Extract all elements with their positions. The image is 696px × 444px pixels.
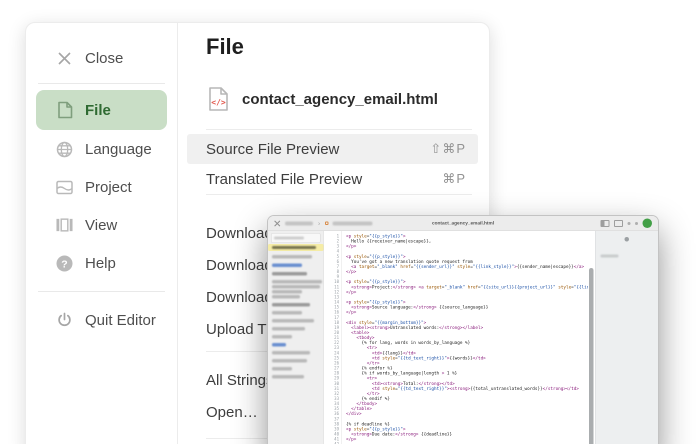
current-file-row: </> contact_agency_email.html xyxy=(208,85,489,113)
sidebar-item-label: View xyxy=(85,217,117,234)
sidebar-item-project[interactable]: Project xyxy=(36,168,167,206)
menu-group: Source File Preview ⇧⌘P Translated File Pr… xyxy=(178,134,489,194)
blurred-string-list xyxy=(268,244,324,379)
blurred-string-item xyxy=(272,367,292,371)
sidebar-items: File Language Project View? Help xyxy=(36,90,167,282)
blurred-string-item xyxy=(272,375,304,379)
titlebar-left: › xyxy=(274,220,373,228)
menu-item-label: Translated File Preview xyxy=(206,171,362,188)
blurred-placeholder xyxy=(274,237,304,240)
blurred-string-item xyxy=(272,255,312,259)
strings-panel xyxy=(268,231,324,444)
blurred-string-item xyxy=(272,319,314,323)
blurred-string-item xyxy=(272,303,310,307)
sidebar-divider xyxy=(38,291,165,292)
line-number-gutter: 1234567891011121314151617181920212223242… xyxy=(324,231,342,444)
blurred-string-item xyxy=(272,280,322,284)
split-view-icon[interactable] xyxy=(601,220,610,227)
blurred-string-item xyxy=(272,343,286,347)
help-icon: ? xyxy=(56,255,73,272)
menu-item-label: Open… xyxy=(206,404,258,421)
sidebar-item-quit-editor[interactable]: Quit Editor xyxy=(36,301,167,339)
menu-dot-icon[interactable] xyxy=(635,222,638,225)
file-type-icon xyxy=(325,222,329,226)
sidebar-item-close[interactable]: Close xyxy=(36,39,167,77)
blurred-string-item xyxy=(272,359,307,363)
menu-sidebar: Close File Language Project View? Help Quit … xyxy=(26,23,178,444)
page-title: File xyxy=(206,34,489,60)
menu-divider xyxy=(206,194,472,195)
code-content: <p style="{{p_style}}"> Hello {{receiver… xyxy=(346,234,588,444)
source-preview-window: › contact_agency_email.html xyxy=(268,216,658,444)
gear-icon[interactable] xyxy=(625,237,630,242)
globe-icon xyxy=(56,141,73,158)
blurred-breadcrumb xyxy=(333,221,373,225)
chevron-right-icon: › xyxy=(318,220,320,228)
menu-item-translated-file-preview[interactable]: Translated File Preview ⌘P xyxy=(187,164,478,194)
sidebar-item-language[interactable]: Language xyxy=(36,130,167,168)
svg-text:</>: </> xyxy=(211,98,226,107)
scrollbar-track[interactable] xyxy=(588,231,595,444)
menu-item-label: All Strings xyxy=(206,372,274,389)
menu-dot-icon[interactable] xyxy=(628,222,631,225)
code-file-icon: </> xyxy=(208,86,229,112)
sidebar-item-file[interactable]: File xyxy=(36,90,167,130)
search-input[interactable] xyxy=(271,233,321,243)
blurred-string-item xyxy=(272,264,302,268)
keyboard-shortcut: ⇧⌘P xyxy=(430,141,466,157)
blurred-string-item xyxy=(272,272,307,276)
power-icon xyxy=(56,312,73,329)
blurred-string-item xyxy=(272,290,302,294)
blurred-string-item xyxy=(268,244,324,251)
sidebar-item-view[interactable]: View xyxy=(36,206,167,244)
window-titlebar[interactable]: › contact_agency_email.html xyxy=(268,216,658,231)
sidebar-item-label: Close xyxy=(85,50,123,67)
sidebar-item-label: Quit Editor xyxy=(85,312,156,329)
sidebar-item-label: Help xyxy=(85,255,116,272)
blurred-string-item xyxy=(272,311,302,315)
blurred-label xyxy=(601,255,619,258)
sidebar-item-label: Project xyxy=(85,179,132,196)
scrollbar-thumb[interactable] xyxy=(589,268,594,444)
blurred-string-item xyxy=(272,327,305,331)
blurred-string-item xyxy=(272,295,300,299)
view-columns-icon xyxy=(56,217,73,234)
code-editor-area[interactable]: <p style="{{p_style}}"> Hello {{receiver… xyxy=(342,231,588,444)
menu-item-label: Download xyxy=(206,225,273,242)
window-title: contact_agency_email.html xyxy=(432,221,494,227)
blurred-breadcrumb xyxy=(285,221,313,225)
svg-text:?: ? xyxy=(61,258,67,270)
stage: Close File Language Project View? Help Quit … xyxy=(0,0,696,444)
panel-view-icon[interactable] xyxy=(614,220,623,227)
sidebar-divider xyxy=(38,83,165,84)
sidebar-item-label: File xyxy=(85,102,111,119)
file-icon xyxy=(56,102,73,119)
avatar[interactable] xyxy=(643,219,653,229)
project-icon xyxy=(56,179,73,196)
current-file-name: contact_agency_email.html xyxy=(242,91,438,108)
blurred-string-item xyxy=(272,285,320,289)
blurred-string-item xyxy=(272,351,310,355)
close-icon xyxy=(56,50,73,67)
menu-item-source-file-preview[interactable]: Source File Preview ⇧⌘P xyxy=(187,134,478,164)
titlebar-right xyxy=(601,219,653,229)
context-panel xyxy=(595,231,658,444)
sidebar-item-label: Language xyxy=(85,141,152,158)
menu-item-label: Source File Preview xyxy=(206,141,339,158)
sidebar-item-help[interactable]: ? Help xyxy=(36,244,167,282)
window-close-icon[interactable] xyxy=(274,220,281,227)
blurred-string-item xyxy=(272,335,292,339)
keyboard-shortcut: ⌘P xyxy=(442,171,466,187)
